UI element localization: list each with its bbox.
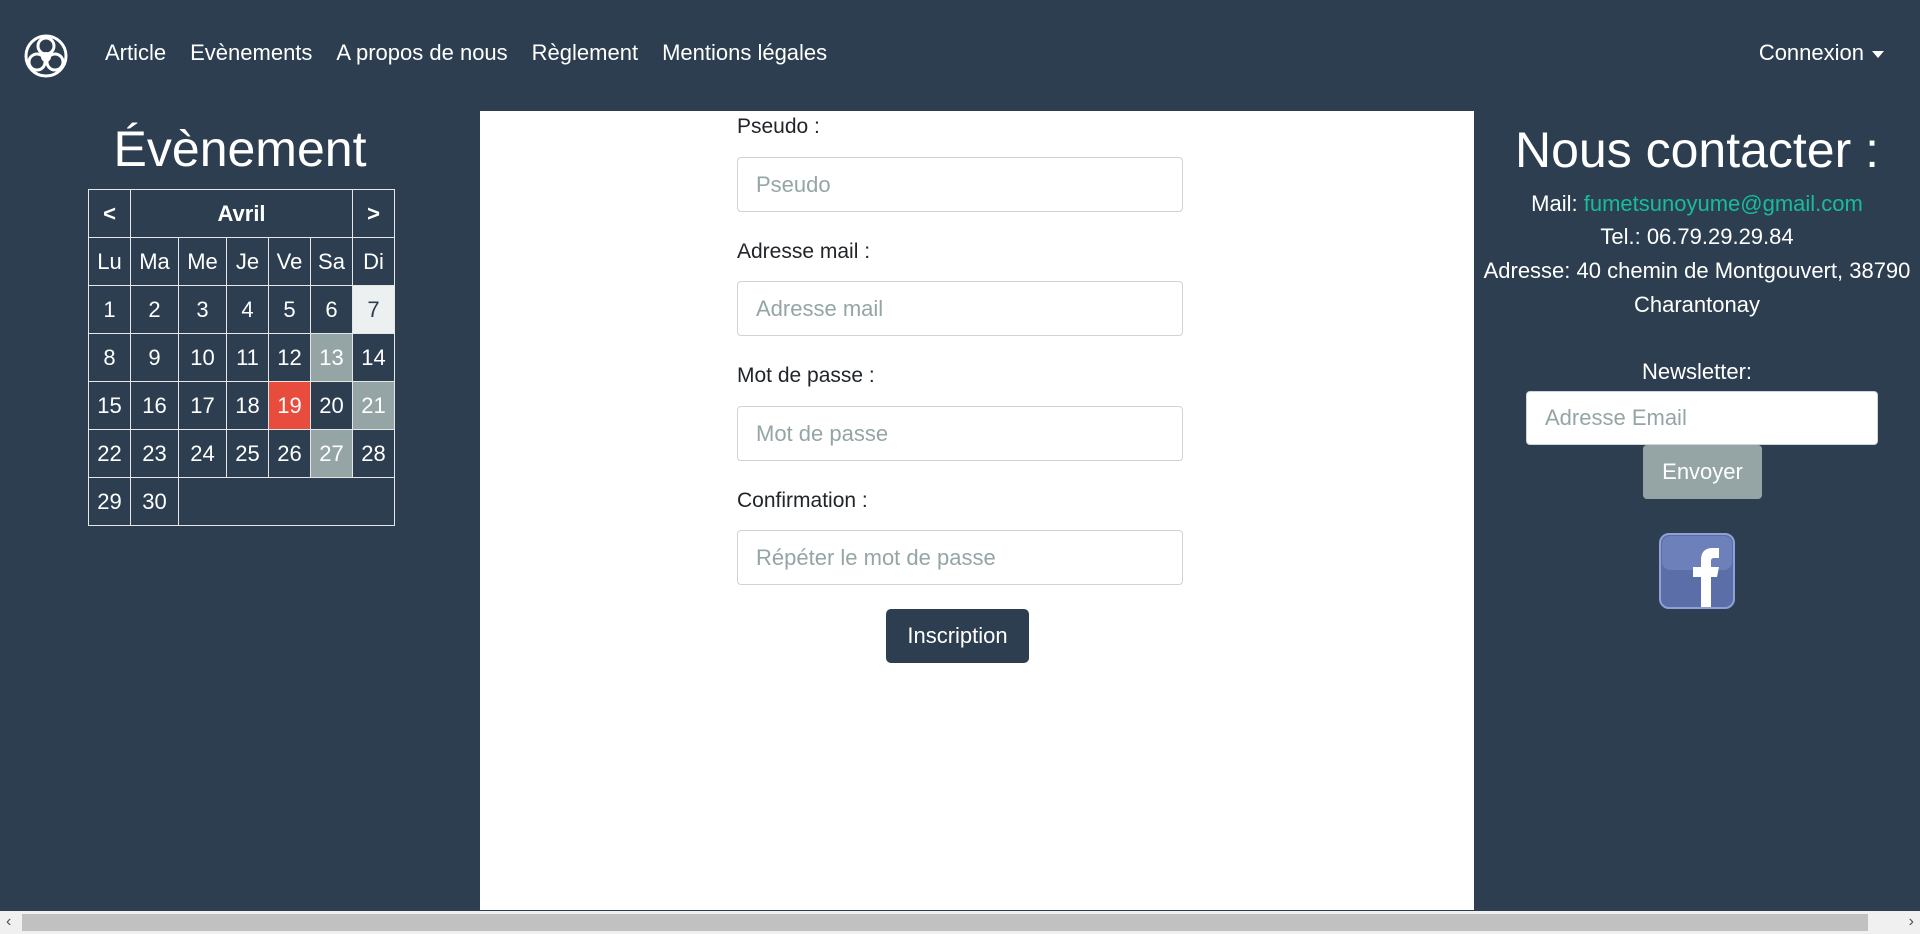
- site-logo-icon[interactable]: [24, 34, 68, 78]
- calendar-day[interactable]: 17: [178, 381, 227, 430]
- scroll-left-icon[interactable]: ‹: [6, 913, 11, 931]
- weekday-header: Je: [226, 237, 269, 286]
- main-content: Pseudo : Adresse mail : Mot de passe : C…: [480, 111, 1474, 910]
- nav-links: Article Evènements A propos de nous Règl…: [105, 40, 851, 66]
- calendar-day[interactable]: 28: [352, 429, 395, 478]
- nav-link-article[interactable]: Article: [105, 40, 166, 66]
- navbar: Article Evènements A propos de nous Règl…: [0, 0, 1920, 111]
- calendar-day[interactable]: 25: [226, 429, 269, 478]
- calendar-day[interactable]: 6: [310, 285, 353, 334]
- connexion-dropdown[interactable]: Connexion: [1759, 40, 1884, 66]
- weekday-header: Lu: [88, 237, 131, 286]
- caret-down-icon: [1872, 50, 1884, 58]
- pseudo-label: Pseudo :: [737, 115, 820, 138]
- calendar-day-event[interactable]: 21: [352, 381, 395, 430]
- email-input[interactable]: [737, 281, 1183, 336]
- nav-link-a-propos[interactable]: A propos de nous: [336, 40, 507, 66]
- calendar-day[interactable]: 14: [352, 333, 395, 382]
- connexion-label: Connexion: [1758, 40, 1864, 65]
- calendar-day[interactable]: 15: [88, 381, 131, 430]
- confirm-label: Confirmation :: [737, 489, 868, 512]
- facebook-icon[interactable]: [1659, 533, 1735, 609]
- contact-mail: Mail: fumetsunoyume@gmail.com: [1474, 191, 1920, 217]
- contact-column: Nous contacter : Mail: fumetsunoyume@gma…: [1474, 111, 1920, 911]
- contact-title: Nous contacter :: [1514, 122, 1880, 178]
- inscription-button[interactable]: Inscription: [886, 609, 1029, 663]
- calendar-day-highlight[interactable]: 19: [268, 381, 311, 430]
- newsletter-email-input[interactable]: [1526, 391, 1878, 445]
- calendar-day-event[interactable]: 13: [310, 333, 353, 382]
- calendar-day[interactable]: 22: [88, 429, 131, 478]
- calendar-day[interactable]: 10: [178, 333, 227, 382]
- calendar-prev-button[interactable]: <: [88, 189, 131, 238]
- nav-link-evenements[interactable]: Evènements: [190, 40, 312, 66]
- calendar-day[interactable]: 8: [88, 333, 131, 382]
- horizontal-scrollbar[interactable]: ‹ ›: [0, 911, 1920, 934]
- calendar-month: Avril: [130, 189, 353, 238]
- nav-link-mentions-legales[interactable]: Mentions légales: [662, 40, 827, 66]
- contact-address: Adresse: 40 chemin de Montgouvert, 38790: [1483, 258, 1911, 283]
- events-title: Évènement: [113, 121, 367, 177]
- calendar-day[interactable]: 29: [88, 477, 131, 526]
- calendar-day[interactable]: 11: [226, 333, 269, 382]
- calendar-day[interactable]: 1: [88, 285, 131, 334]
- calendar-day[interactable]: 30: [130, 477, 179, 526]
- calendar-day[interactable]: 23: [130, 429, 179, 478]
- scrollbar-thumb[interactable]: [22, 914, 1868, 931]
- calendar-day[interactable]: 20: [310, 381, 353, 430]
- calendar-day[interactable]: 12: [268, 333, 311, 382]
- calendar-day[interactable]: 3: [178, 285, 227, 334]
- calendar-day[interactable]: 9: [130, 333, 179, 382]
- calendar-day[interactable]: 2: [130, 285, 179, 334]
- calendar-day[interactable]: 24: [178, 429, 227, 478]
- weekday-header: Ve: [268, 237, 311, 286]
- contact-address-city: Charantonay: [1634, 292, 1760, 317]
- weekday-header: Sa: [310, 237, 353, 286]
- calendar-day-today[interactable]: 7: [352, 285, 395, 334]
- calendar-day[interactable]: 16: [130, 381, 179, 430]
- newsletter-send-button[interactable]: Envoyer: [1643, 445, 1762, 499]
- events-column: Évènement < Avril > Lu Ma Me Je Ve Sa Di…: [0, 111, 480, 911]
- calendar-next-button[interactable]: >: [352, 189, 395, 238]
- calendar-day[interactable]: 18: [226, 381, 269, 430]
- calendar-day-event[interactable]: 27: [310, 429, 353, 478]
- email-label: Adresse mail :: [737, 240, 871, 263]
- confirm-password-input[interactable]: [737, 530, 1183, 585]
- newsletter-label: Newsletter:: [1641, 359, 1753, 384]
- mail-link[interactable]: fumetsunoyume@gmail.com: [1584, 191, 1863, 216]
- mail-prefix: Mail:: [1531, 191, 1578, 216]
- calendar-day[interactable]: 5: [268, 285, 311, 334]
- scroll-right-icon[interactable]: ›: [1909, 913, 1914, 931]
- password-input[interactable]: [737, 406, 1183, 461]
- weekday-header: Ma: [130, 237, 179, 286]
- weekday-header: Me: [178, 237, 227, 286]
- password-label: Mot de passe :: [737, 364, 875, 387]
- calendar-empty-cell: [178, 477, 395, 526]
- contact-tel: Tel.: 06.79.29.29.84: [1600, 224, 1794, 249]
- pseudo-input[interactable]: [737, 157, 1183, 212]
- nav-link-reglement[interactable]: Règlement: [532, 40, 638, 66]
- calendar: < Avril > Lu Ma Me Je Ve Sa Di 1 2 3 4 5…: [88, 189, 395, 526]
- calendar-day[interactable]: 26: [268, 429, 311, 478]
- calendar-day[interactable]: 4: [226, 285, 269, 334]
- weekday-header: Di: [352, 237, 395, 286]
